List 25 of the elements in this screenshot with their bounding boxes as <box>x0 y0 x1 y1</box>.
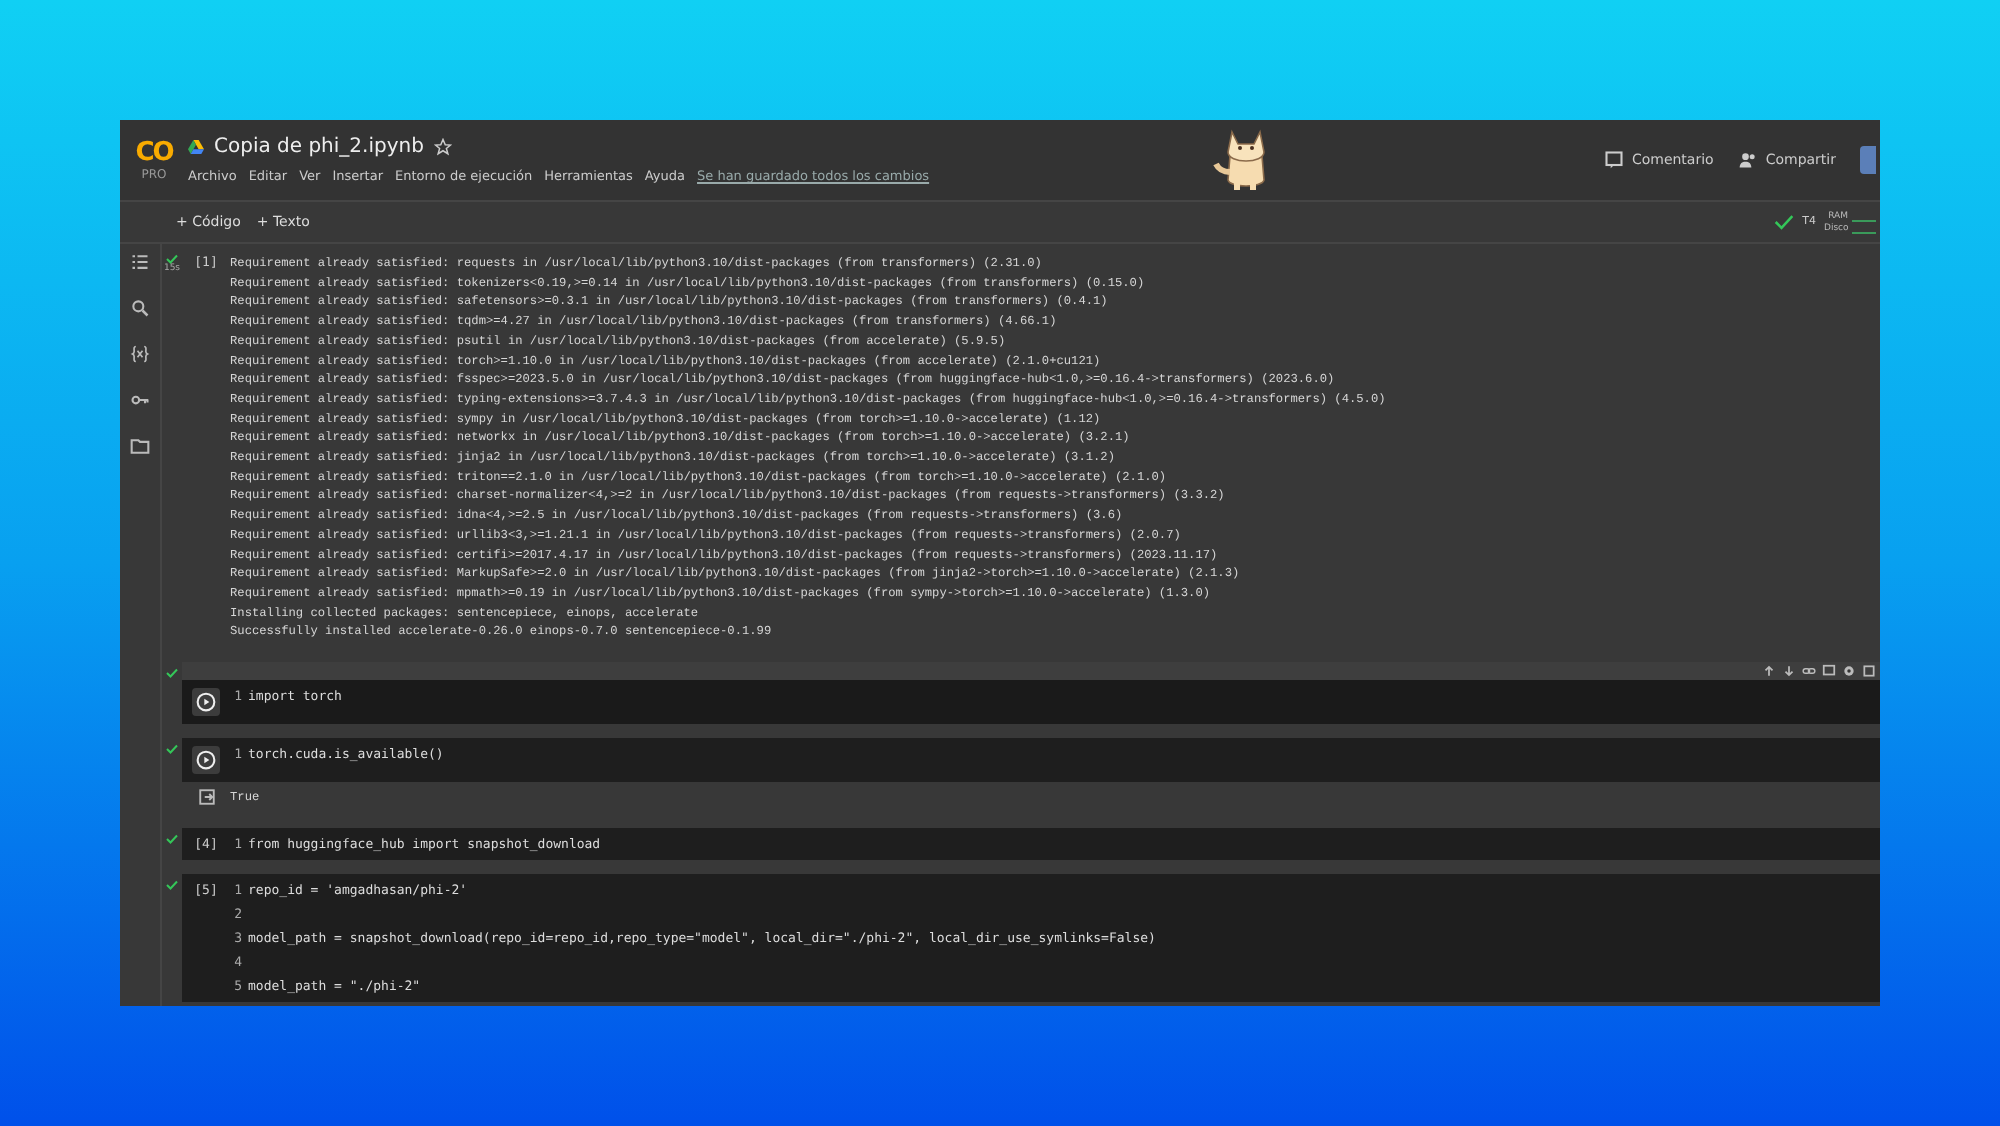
settings-icon[interactable] <box>1842 664 1856 679</box>
star-icon[interactable] <box>433 138 452 156</box>
drive-icon <box>188 140 204 154</box>
comment-icon[interactable] <box>1603 150 1624 170</box>
link-icon[interactable] <box>1802 664 1816 679</box>
check-icon <box>166 254 178 264</box>
notebook-title[interactable]: Copia de phi_2.ipynb <box>214 136 424 158</box>
check-icon <box>166 879 178 890</box>
check-icon <box>166 744 178 755</box>
arrow-up-icon[interactable] <box>1762 664 1776 679</box>
comment-icon[interactable] <box>1822 664 1836 679</box>
check-icon <box>166 833 178 844</box>
search-icon[interactable] <box>130 298 150 318</box>
key-icon[interactable] <box>130 390 150 410</box>
arrow-down-icon[interactable] <box>1782 664 1796 679</box>
variables-icon[interactable] <box>130 344 150 364</box>
run-cell-button[interactable] <box>192 746 220 775</box>
output-icon[interactable] <box>197 788 215 807</box>
check-icon <box>1774 214 1795 230</box>
table-of-contents-icon[interactable] <box>130 252 150 272</box>
check-icon <box>166 668 178 679</box>
people-icon[interactable] <box>1737 150 1758 170</box>
colab-logo[interactable]: CO <box>135 138 173 168</box>
run-cell-button[interactable] <box>192 688 220 717</box>
folder-icon[interactable] <box>130 436 150 456</box>
